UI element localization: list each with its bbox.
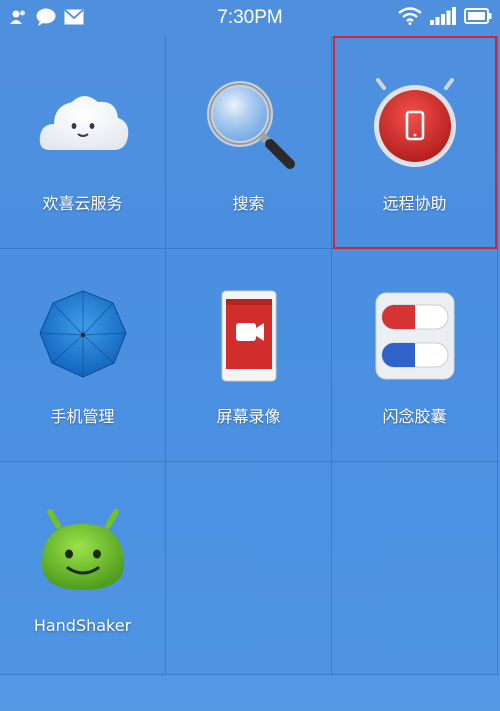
status-bar: 7:30PM — [0, 0, 500, 36]
umbrella-icon — [39, 290, 127, 378]
battery-icon — [464, 8, 492, 24]
empty-cell — [166, 462, 332, 675]
capsule-icon — [375, 292, 455, 380]
app-screen-recorder[interactable]: 屏幕录像 — [166, 249, 332, 462]
app-label: 手机管理 — [50, 407, 115, 426]
selection-highlight — [333, 36, 497, 249]
empty-cell — [332, 462, 498, 675]
app-label: 屏幕录像 — [216, 407, 281, 426]
app-label: HandShaker — [33, 616, 132, 635]
screen-record-icon — [221, 290, 277, 382]
magnifier-icon — [207, 81, 295, 169]
status-right — [398, 7, 492, 25]
wifi-icon — [398, 7, 422, 25]
app-phone-manager[interactable]: 手机管理 — [0, 249, 166, 462]
app-flash-capsule[interactable]: 闪念胶囊 — [332, 249, 498, 462]
bottom-strip — [0, 676, 500, 711]
cloud-icon — [39, 96, 129, 150]
app-label: 闪念胶囊 — [382, 407, 447, 426]
app-label: 欢喜云服务 — [42, 194, 123, 213]
app-label: 搜索 — [232, 194, 265, 213]
app-handshaker[interactable]: HandShaker — [0, 462, 166, 675]
app-search[interactable]: 搜索 — [166, 36, 332, 249]
app-cloud-service[interactable]: 欢喜云服务 — [0, 36, 166, 249]
android-icon — [42, 509, 124, 590]
signal-icon — [430, 7, 456, 25]
